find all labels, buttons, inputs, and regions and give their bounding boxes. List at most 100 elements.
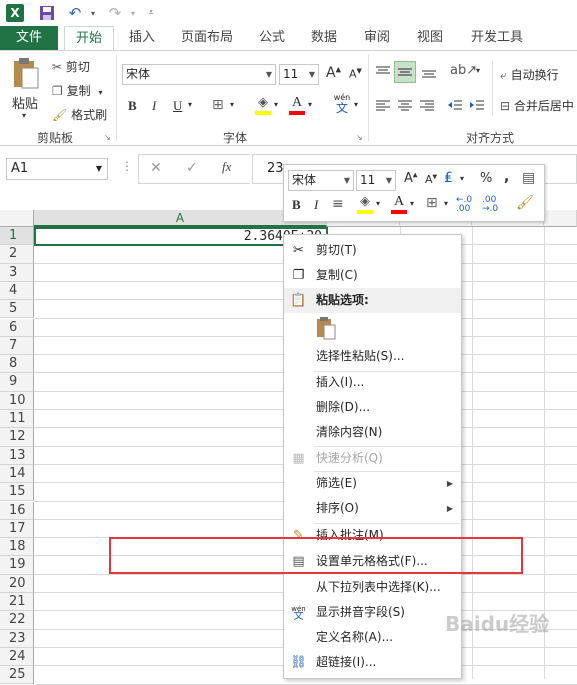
cancel-icon[interactable]: ✕ [150, 160, 162, 176]
mini-increase-decimal-icon[interactable]: ←.0.00 [456, 196, 472, 214]
enter-icon[interactable]: ✓ [186, 160, 198, 176]
row-header[interactable]: 19 [0, 556, 34, 575]
decrease-indent-icon[interactable] [446, 97, 464, 115]
format-painter-button[interactable]: 🖌 格式刷 [52, 106, 107, 123]
row-header[interactable]: 1 [0, 227, 34, 246]
font-color-icon[interactable]: A [288, 95, 306, 115]
row-header[interactable]: 25 [0, 666, 34, 685]
mini-font-color-icon[interactable]: A [390, 194, 408, 214]
mini-format-painter-icon[interactable]: 🖌 [516, 195, 534, 211]
undo-dropdown-icon[interactable]: ▾ [84, 4, 102, 22]
row-header[interactable]: 11 [0, 410, 34, 429]
menu-item-insert[interactable]: 插入(I)... [284, 370, 461, 395]
mini-font-color-dropdown-icon[interactable]: ▾ [410, 199, 414, 208]
align-left-icon[interactable] [374, 97, 392, 115]
fill-color-icon[interactable]: ◈ [254, 95, 272, 115]
row-header[interactable]: 15 [0, 483, 34, 502]
undo-icon[interactable]: ↶ [66, 4, 84, 22]
mini-decrease-decimal-icon[interactable]: .00 →.0 [482, 196, 498, 214]
orientation-dropdown-icon[interactable]: ▾ [476, 66, 480, 75]
mini-grow-font-icon[interactable]: A▲ [404, 171, 418, 186]
grow-font-button[interactable]: A▲ [326, 65, 341, 81]
cut-button[interactable]: ✂ 剪切 [52, 58, 90, 75]
mini-format-table-icon[interactable]: ▤ [522, 170, 535, 186]
menu-item-define-name[interactable]: 定义名称(A)... [284, 625, 461, 650]
paste-option-icon[interactable] [315, 316, 337, 340]
bold-button[interactable]: B [128, 98, 137, 114]
row-header[interactable]: 5 [0, 300, 34, 319]
row-header[interactable]: 7 [0, 336, 34, 356]
tab-review[interactable]: 审阅 [355, 26, 399, 50]
mini-borders-dropdown-icon[interactable]: ▾ [444, 199, 448, 208]
shrink-font-button[interactable]: A▼ [349, 67, 362, 81]
mini-size-combo[interactable]: 11 ▼ [356, 170, 396, 191]
copy-dropdown-icon[interactable]: ▾ [98, 88, 102, 97]
row-header[interactable]: 21 [0, 593, 34, 612]
mini-comma-icon[interactable]: , [504, 169, 509, 185]
tab-home[interactable]: 开始 [64, 26, 114, 50]
insert-function-icon[interactable]: fx [222, 159, 231, 175]
underline-dropdown-icon[interactable]: ▾ [188, 100, 192, 109]
tab-data[interactable]: 数据 [302, 26, 346, 50]
underline-button[interactable]: U [173, 98, 182, 114]
menu-item-delete[interactable]: 删除(D)... [284, 395, 461, 420]
copy-button[interactable]: ❐ 复制 ▾ [52, 82, 102, 99]
orientation-icon[interactable]: ab↗ [450, 63, 477, 78]
phonetic-guide-icon[interactable]: wén 文 [332, 93, 352, 117]
menu-item-pick-from-list[interactable]: 从下拉列表中选择(K)... [284, 575, 461, 600]
mini-borders-icon[interactable]: ⊞ [426, 195, 438, 211]
tab-page-layout[interactable]: 页面布局 [172, 26, 242, 50]
tab-view[interactable]: 视图 [408, 26, 452, 50]
row-header[interactable]: 12 [0, 428, 34, 447]
borders-icon[interactable]: ⊞ [212, 97, 224, 113]
clipboard-launcher-icon[interactable]: ↘ [104, 133, 111, 142]
row-header[interactable]: 17 [0, 519, 34, 539]
row-header[interactable]: 22 [0, 611, 34, 630]
tab-insert[interactable]: 插入 [120, 26, 164, 50]
tab-developer[interactable]: 开发工具 [462, 26, 532, 50]
name-box[interactable]: A1 ▼ [6, 158, 108, 180]
row-header[interactable]: 24 [0, 647, 34, 667]
row-header[interactable]: 6 [0, 318, 34, 337]
row-header[interactable]: 8 [0, 355, 34, 374]
mini-font-combo[interactable]: 宋体 ▼ [288, 170, 354, 191]
paste-button[interactable]: 粘贴 [12, 93, 38, 112]
row-header[interactable]: 16 [0, 501, 34, 520]
font-size-combo[interactable]: 11 ▼ [279, 64, 319, 85]
menu-item-show-phonetic[interactable]: wén 文显示拼音字段(S) [284, 600, 461, 625]
borders-dropdown-icon[interactable]: ▾ [230, 100, 234, 109]
chevron-down-icon[interactable]: ▼ [96, 159, 102, 179]
menu-item-copy[interactable]: ❐ 复制(C) [284, 263, 461, 288]
column-header[interactable] [544, 210, 577, 227]
menu-item-filter[interactable]: 筛选(E) ▶ [284, 471, 461, 496]
select-all-corner[interactable] [0, 210, 34, 227]
menu-item-sort[interactable]: 排序(O) ▶ [284, 496, 461, 521]
paste-dropdown-icon[interactable]: ▾ [22, 111, 26, 120]
row-header[interactable]: 13 [0, 446, 34, 465]
align-bottom-icon[interactable] [420, 63, 438, 81]
redo-icon[interactable]: ↷ [106, 4, 124, 22]
tab-file[interactable]: 文件 [0, 26, 58, 50]
row-header[interactable]: 3 [0, 263, 34, 282]
menu-item-cut[interactable]: ✂ 剪切(T) [284, 238, 461, 263]
italic-button[interactable]: I [152, 98, 156, 114]
row-header[interactable]: 4 [0, 281, 34, 301]
font-color-dropdown-icon[interactable]: ▾ [308, 100, 312, 109]
row-header[interactable]: 10 [0, 391, 34, 410]
font-launcher-icon[interactable]: ↘ [356, 133, 363, 142]
mini-shrink-font-icon[interactable]: A▼ [425, 173, 437, 186]
mini-accounting-icon[interactable]: ₤ [444, 170, 453, 186]
align-middle-icon[interactable] [394, 61, 416, 83]
font-name-combo[interactable]: 宋体 ▼ [122, 64, 276, 85]
menu-item-hyperlink[interactable]: ⛓ 超链接(I)... [284, 650, 461, 675]
menu-item-clear-contents[interactable]: 清除内容(N) [284, 420, 461, 445]
save-icon[interactable] [38, 4, 56, 22]
wrap-text-button[interactable]: ⤶ 自动换行 [500, 66, 559, 83]
redo-dropdown-icon[interactable]: ▾ [124, 4, 142, 22]
row-header[interactable]: 2 [0, 245, 34, 264]
mini-percent-icon[interactable]: % [480, 171, 492, 186]
customize-qat-icon[interactable]: ⩡ [142, 4, 160, 22]
row-header[interactable]: 14 [0, 464, 34, 484]
tab-formulas[interactable]: 公式 [250, 26, 294, 50]
align-center-icon[interactable] [396, 97, 414, 115]
